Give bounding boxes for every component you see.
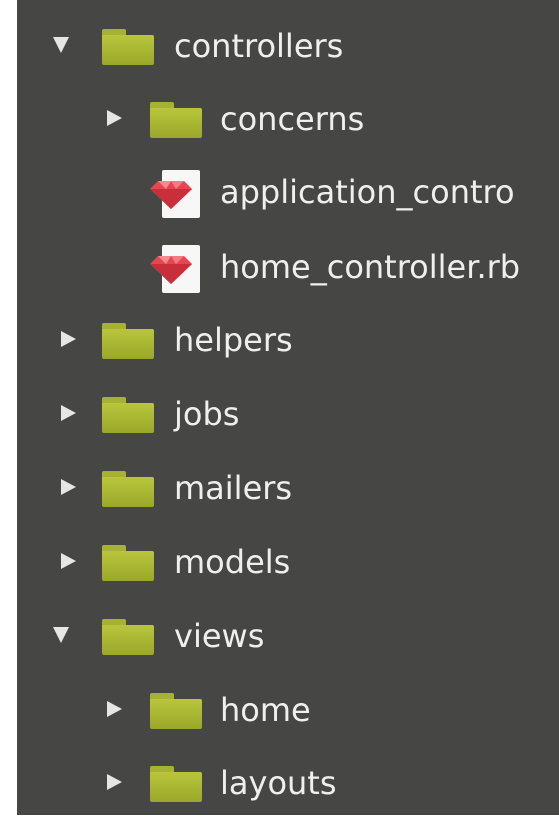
- tree-item-mailers[interactable]: mailers: [17, 458, 559, 518]
- tree-item-label: home: [220, 691, 311, 729]
- expanded-arrow-icon[interactable]: [53, 627, 69, 643]
- collapsed-arrow-icon[interactable]: [107, 701, 122, 717]
- file-tree-panel: controllers concerns application_contro: [17, 0, 559, 815]
- collapsed-arrow-icon[interactable]: [107, 774, 122, 790]
- tree-item-concerns[interactable]: concerns: [17, 89, 559, 149]
- folder-icon: [102, 619, 154, 655]
- tree-item-label: helpers: [174, 321, 293, 359]
- collapsed-arrow-icon[interactable]: [61, 479, 76, 495]
- tree-item-label: mailers: [174, 469, 293, 507]
- tree-item-home[interactable]: home: [17, 680, 559, 740]
- expanded-arrow-icon[interactable]: [53, 37, 69, 53]
- tree-item-home-controller[interactable]: home_controller.rb: [17, 237, 559, 297]
- folder-icon: [150, 102, 202, 138]
- tree-item-label: home_controller.rb: [220, 248, 521, 286]
- tree-item-views[interactable]: views: [17, 606, 559, 666]
- tree-item-label: application_contro: [220, 173, 515, 211]
- tree-item-models[interactable]: models: [17, 532, 559, 592]
- tree-item-label: models: [174, 543, 291, 581]
- folder-icon: [150, 766, 202, 802]
- tree-item-jobs[interactable]: jobs: [17, 384, 559, 444]
- tree-item-application-controller[interactable]: application_contro: [17, 162, 559, 222]
- folder-icon: [102, 471, 154, 507]
- tree-item-label: concerns: [220, 100, 365, 138]
- ruby-gem-icon: [150, 256, 192, 284]
- ruby-file-icon: [150, 245, 200, 293]
- folder-icon: [102, 29, 154, 65]
- tree-item-label: controllers: [174, 27, 344, 65]
- collapsed-arrow-icon[interactable]: [61, 405, 76, 421]
- tree-item-controllers[interactable]: controllers: [17, 16, 559, 76]
- tree-item-label: views: [174, 617, 265, 655]
- folder-icon: [102, 545, 154, 581]
- collapsed-arrow-icon[interactable]: [61, 331, 76, 347]
- tree-item-layouts[interactable]: layouts: [17, 753, 559, 813]
- ruby-file-icon: [150, 170, 200, 218]
- tree-item-label: jobs: [174, 395, 240, 433]
- tree-item-label: layouts: [220, 764, 337, 802]
- collapsed-arrow-icon[interactable]: [61, 553, 76, 569]
- ruby-gem-icon: [150, 181, 192, 209]
- collapsed-arrow-icon[interactable]: [107, 110, 122, 126]
- folder-icon: [102, 323, 154, 359]
- folder-icon: [150, 693, 202, 729]
- tree-item-helpers[interactable]: helpers: [17, 310, 559, 370]
- folder-icon: [102, 397, 154, 433]
